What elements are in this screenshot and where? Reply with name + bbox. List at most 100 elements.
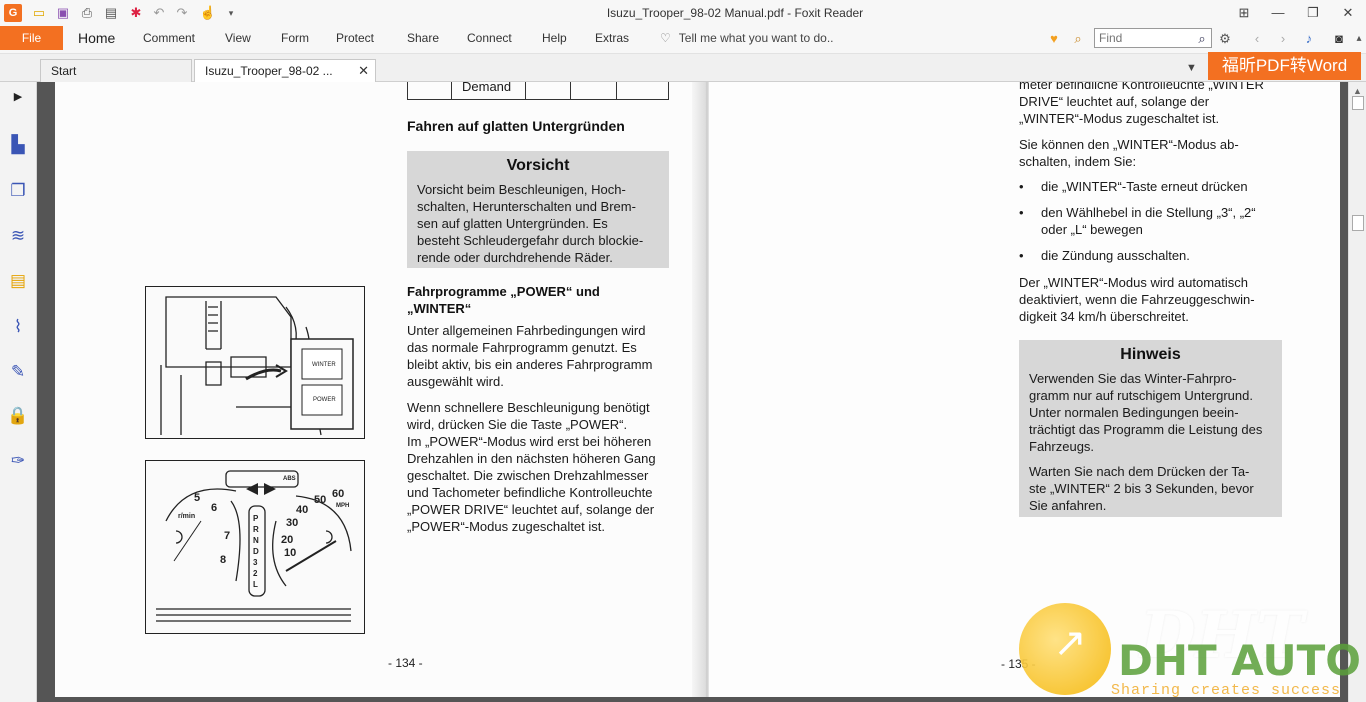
chevron-left-icon[interactable]: ‹ xyxy=(1248,30,1266,48)
arrow-icon: ↗ xyxy=(1053,621,1087,665)
svg-text:50: 50 xyxy=(314,494,326,506)
note-line: Fahrzeugs. xyxy=(1029,439,1095,454)
text-line: bleibt aktiv, bis ein anderes Fahrprogra… xyxy=(407,357,653,372)
watermark-logo: DHT AUTO xyxy=(1118,636,1361,685)
text-line: „POWER DRIVE“ leuchtet auf, solange der xyxy=(407,502,655,517)
collapse-ribbon-icon[interactable]: ▴ xyxy=(1350,30,1366,48)
restore-button[interactable]: ❐ xyxy=(1298,2,1328,24)
scroll-thumb[interactable] xyxy=(1352,215,1364,231)
search-folder-icon[interactable]: ⌕ xyxy=(1069,30,1087,48)
pages-icon[interactable]: ❐ xyxy=(7,180,29,202)
lock-icon[interactable]: 🔒 xyxy=(7,405,29,427)
layers-icon[interactable]: ≋ xyxy=(7,225,29,247)
open-icon[interactable]: ▭ xyxy=(30,4,48,22)
note-line: Sie anfahren. xyxy=(1029,498,1107,513)
app-logo-icon[interactable]: G xyxy=(4,4,22,22)
bell-icon[interactable]: ♪ xyxy=(1300,30,1318,48)
tab-home[interactable]: Home xyxy=(78,30,115,46)
svg-text:7: 7 xyxy=(224,530,230,542)
search-icon[interactable]: ⌕ xyxy=(1193,30,1211,48)
list-item: • die Zündung ausschalten. xyxy=(1019,247,1289,264)
paragraph-auto-deactivate: Der „WINTER“-Modus wird automatisch deak… xyxy=(1019,274,1255,325)
caution-title: Vorsicht xyxy=(506,157,570,174)
caution-line: Vorsicht beim Beschleunigen, Hoch- xyxy=(417,182,626,197)
tab-start-label: Start xyxy=(51,64,77,78)
paragraph-winter-lamp: meter befindliche Kontrolleuchte „WINTER… xyxy=(1019,82,1264,127)
caution-line: besteht Schleudergefahr durch blockie- xyxy=(417,233,644,248)
heading-programs: Fahrprogramme „POWER“ und „WINTER“ xyxy=(407,283,600,317)
window-title: Isuzu_Trooper_98-02 Manual.pdf - Foxit R… xyxy=(606,6,864,20)
tell-me-text: Tell me what you want to do.. xyxy=(678,31,834,45)
tell-me-box[interactable]: ♡ Tell me what you want to do.. xyxy=(660,31,834,45)
grid-icon[interactable]: ⊞ xyxy=(1229,2,1259,24)
pdf-to-word-button[interactable]: 福昕PDF转Word xyxy=(1208,52,1361,80)
title-bar: G ▭ ▣ ⎙ ▤ ✱ ↶ ↷ ☝ ▾ Isuzu_Trooper_98-02 … xyxy=(0,0,1366,26)
text-line: „POWER“-Modus zugeschaltet ist. xyxy=(407,519,605,534)
minimize-button[interactable]: — xyxy=(1263,2,1293,24)
svg-text:20: 20 xyxy=(281,534,293,546)
close-button[interactable]: ✕ xyxy=(1333,2,1363,24)
user-icon[interactable]: ◙ xyxy=(1330,30,1348,48)
tab-extras[interactable]: Extras xyxy=(595,31,629,45)
tab-connect[interactable]: Connect xyxy=(467,31,512,45)
note-line: Unter normalen Bedingungen beein- xyxy=(1029,405,1239,420)
mph-label: MPH xyxy=(336,503,350,509)
ribbon: File Home Comment View Form Protect Shar… xyxy=(0,26,1366,54)
comments-icon[interactable]: ▤ xyxy=(7,270,29,292)
file-tab[interactable]: File xyxy=(0,26,63,50)
redo-icon[interactable]: ↷ xyxy=(173,4,191,22)
properties-icon[interactable]: ▤ xyxy=(102,4,120,22)
paragraph-normal: Unter allgemeinen Fahrbedingungen wird d… xyxy=(407,322,652,390)
scroll-thumb-top[interactable] xyxy=(1352,96,1364,110)
bookmark-icon[interactable]: ▙ xyxy=(7,134,29,156)
inspect-icon[interactable]: ✑ xyxy=(7,450,29,472)
tab-start[interactable]: Start xyxy=(40,59,192,82)
print-icon[interactable]: ⎙ xyxy=(78,4,96,22)
new-icon[interactable]: ✱ xyxy=(127,4,145,22)
text-line: die Zündung ausschalten. xyxy=(1041,248,1190,263)
heading-line: Fahrprogramme „POWER“ und xyxy=(407,284,600,299)
gear-icon[interactable]: ⚙ xyxy=(1216,30,1234,48)
undo-icon[interactable]: ↶ xyxy=(150,4,168,22)
list-item: • den Wählhebel in die Stellung „3“, „2“… xyxy=(1019,204,1289,238)
svg-text:10: 10 xyxy=(284,547,296,559)
text-line: die „WINTER“-Taste erneut drücken xyxy=(1041,179,1248,194)
text-line: DRIVE“ leuchtet auf, solange der xyxy=(1019,94,1210,109)
text-line: „WINTER“-Modus zugeschaltet ist. xyxy=(1019,111,1220,126)
hand-tool-icon[interactable]: ☝ xyxy=(199,4,217,22)
attachment-icon[interactable]: ⌇ xyxy=(7,316,29,338)
text-line: oder „L“ bewegen xyxy=(1041,222,1143,237)
text-line: Unter allgemeinen Fahrbedingungen wird xyxy=(407,323,646,338)
tab-list-dropdown-icon[interactable]: ▼ xyxy=(1186,62,1197,74)
text-line: Drehzahlen in den nächsten höheren Gang xyxy=(407,451,656,466)
text-line: ausgewählt wird. xyxy=(407,374,504,389)
tab-document[interactable]: Isuzu_Trooper_98-02 ... ✕ xyxy=(194,59,376,82)
table-cell: Demand xyxy=(462,82,512,94)
heart-icon[interactable]: ♥ xyxy=(1045,30,1063,48)
note-line: Warten Sie nach dem Drücken der Ta- xyxy=(1029,464,1250,479)
list-item: • die „WINTER“-Taste erneut drücken xyxy=(1019,178,1289,195)
svg-text:5: 5 xyxy=(194,492,200,504)
winter-button-label: WINTER xyxy=(312,362,336,368)
text-line: meter befindliche Kontrolleuchte „WINTER xyxy=(1019,82,1264,92)
customize-icon[interactable]: ▾ xyxy=(222,4,240,22)
close-tab-icon[interactable]: ✕ xyxy=(358,63,369,79)
chevron-right-icon[interactable]: › xyxy=(1274,30,1292,48)
bullet-icon: • xyxy=(1019,205,1024,220)
heading-line: „WINTER“ xyxy=(407,301,472,316)
vertical-scrollbar[interactable]: ▲ xyxy=(1348,82,1366,702)
save-icon[interactable]: ▣ xyxy=(54,4,72,22)
rpm-label: r/min xyxy=(178,513,196,520)
tab-comment[interactable]: Comment xyxy=(143,31,195,45)
expand-panel-icon[interactable]: ▶ xyxy=(7,86,29,108)
svg-text:60: 60 xyxy=(332,488,344,500)
signature-icon[interactable]: ✎ xyxy=(7,361,29,383)
caution-box: Vorsicht Vorsicht beim Beschleunigen, Ho… xyxy=(407,151,669,268)
tab-protect[interactable]: Protect xyxy=(336,31,374,45)
scroll-up-icon[interactable]: ▲ xyxy=(1353,86,1362,96)
tab-document-label: Isuzu_Trooper_98-02 ... xyxy=(205,64,333,78)
tab-view[interactable]: View xyxy=(225,31,251,45)
tab-share[interactable]: Share xyxy=(407,31,439,45)
tab-help[interactable]: Help xyxy=(542,31,567,45)
tab-form[interactable]: Form xyxy=(281,31,309,45)
